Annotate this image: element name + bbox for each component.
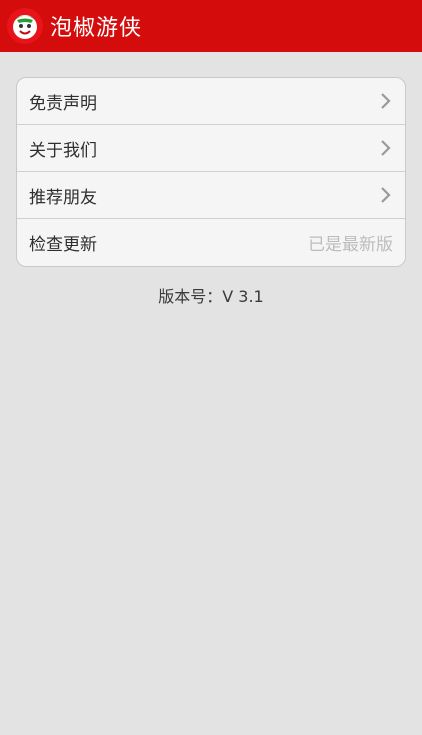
menu-item-label: 推荐朋友 <box>29 187 97 208</box>
update-status: 已是最新版 <box>308 235 393 255</box>
menu-item-check-update[interactable]: 检查更新 已是最新版 <box>17 219 405 266</box>
menu-item-label: 检查更新 <box>29 235 97 255</box>
app-title: 泡椒游侠 <box>50 16 143 41</box>
chevron-right-icon <box>379 185 393 205</box>
app-bar: 泡椒游侠 <box>0 0 422 52</box>
chevron-right-icon <box>379 91 393 111</box>
menu-item-recommend-friends[interactable]: 推荐朋友 <box>17 172 405 219</box>
menu-item-disclaimer[interactable]: 免责声明 <box>17 78 405 125</box>
version-number: 版本号：V 3.1 <box>158 287 264 306</box>
chevron-right-icon <box>379 138 393 158</box>
menu-item-label: 关于我们 <box>29 140 97 161</box>
chili-mascot-icon <box>2 3 48 49</box>
menu-item-label: 免责声明 <box>29 93 97 114</box>
menu-item-about-us[interactable]: 关于我们 <box>17 125 405 172</box>
settings-menu: 免责声明 关于我们 推荐朋友 检查更新 已是最新版 <box>16 77 406 267</box>
